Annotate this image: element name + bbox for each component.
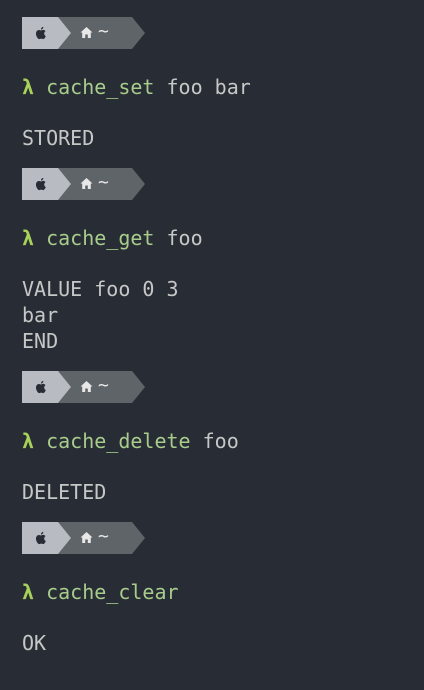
- command-output: STORED: [22, 125, 424, 151]
- command-name: cache_delete: [46, 429, 191, 453]
- apple-icon: [35, 177, 46, 191]
- powerline-prompt: ~: [22, 168, 145, 200]
- output-line: DELETED: [22, 480, 107, 504]
- command-args: foo: [166, 226, 203, 250]
- prompt-segment-os: [22, 522, 71, 554]
- cwd-label: ~: [98, 375, 109, 396]
- cwd-label: ~: [98, 172, 109, 193]
- powerline-prompt: ~: [22, 371, 145, 403]
- lambda-prompt-symbol: λ: [22, 580, 35, 604]
- terminal-entry: ~ λ cache_set foo bar STORED: [22, 17, 424, 151]
- lambda-prompt-symbol: λ: [22, 75, 35, 99]
- command-name: cache_set: [46, 75, 155, 99]
- home-icon: [80, 532, 93, 543]
- home-icon: [80, 381, 93, 392]
- home-icon: [80, 27, 93, 38]
- command-output: DELETED: [22, 479, 424, 505]
- command-name: cache_get: [46, 226, 155, 250]
- command-args: foo bar: [166, 75, 251, 99]
- prompt-segment-os: [22, 17, 71, 49]
- cwd-label: ~: [98, 526, 109, 547]
- powerline-prompt: ~: [22, 17, 145, 49]
- apple-icon: [35, 531, 46, 545]
- command-line: λ cache_clear: [22, 579, 424, 605]
- command-output: OK: [22, 630, 424, 656]
- prompt-segment-os: [22, 371, 71, 403]
- terminal-entry: ~ λ cache_delete foo DELETED: [22, 371, 424, 505]
- home-icon: [80, 178, 93, 189]
- output-line: STORED: [22, 126, 95, 150]
- command-line: λ cache_delete foo: [22, 428, 424, 454]
- terminal[interactable]: ~ λ cache_set foo bar STORED ~ λ cache_g…: [22, 0, 424, 690]
- prompt-segment-os: [22, 168, 71, 200]
- cwd-label: ~: [98, 21, 109, 42]
- command-output: VALUE foo 0 3 bar END: [22, 276, 424, 354]
- command-line: λ cache_set foo bar: [22, 74, 424, 100]
- output-line: OK: [22, 631, 47, 655]
- output-line: VALUE foo 0 3: [22, 277, 179, 301]
- command-line: λ cache_get foo: [22, 225, 424, 251]
- terminal-entry: ~ λ cache_get foo VALUE foo 0 3 bar END: [22, 168, 424, 354]
- apple-icon: [35, 380, 46, 394]
- command-name: cache_clear: [46, 580, 179, 604]
- apple-icon: [35, 26, 46, 40]
- output-line: bar: [22, 303, 59, 327]
- command-args: foo: [202, 429, 239, 453]
- powerline-prompt: ~: [22, 522, 145, 554]
- lambda-prompt-symbol: λ: [22, 429, 35, 453]
- terminal-entry: ~ λ cache_clear OK: [22, 522, 424, 656]
- lambda-prompt-symbol: λ: [22, 226, 35, 250]
- output-line: END: [22, 329, 59, 353]
